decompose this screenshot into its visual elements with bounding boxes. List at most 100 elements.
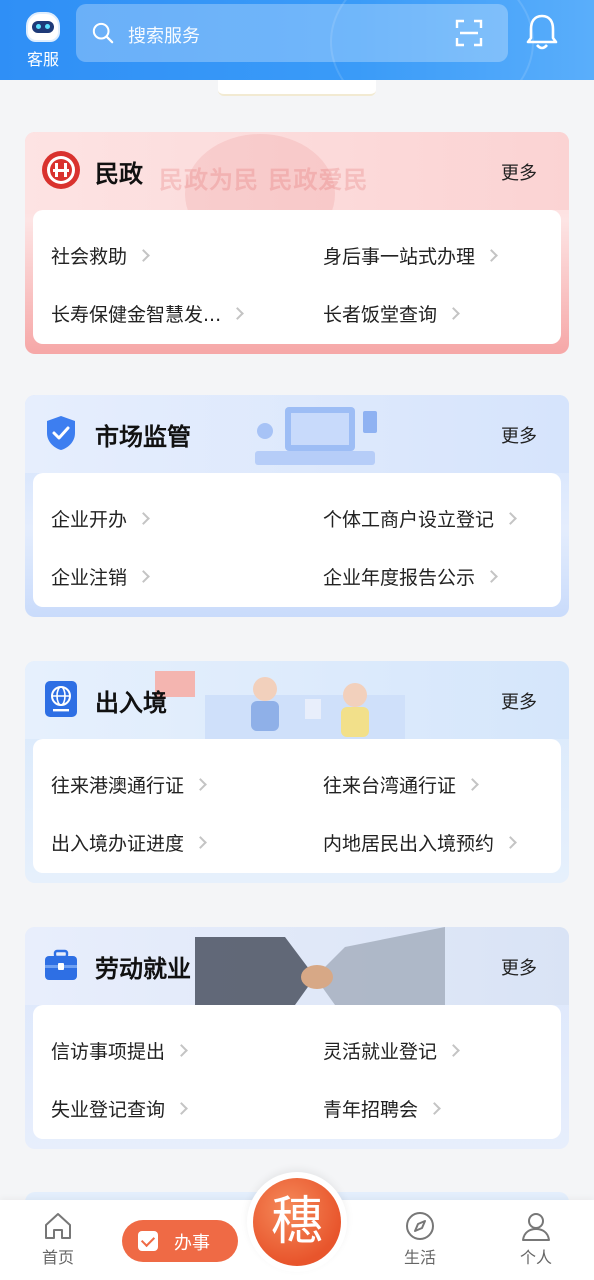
market-supervision-card: 市场监管 更多 企业开办 个体工商户设立登记 企业注销 企业年度报告公示 bbox=[25, 395, 569, 617]
logo-glyph: 穗 bbox=[270, 1192, 323, 1252]
card-body: 社会救助 身后事一站式办理 长寿保健金智慧发... 长者饭堂查询 bbox=[33, 210, 561, 344]
counter-illustration bbox=[155, 671, 405, 739]
chevron-right-icon bbox=[466, 778, 479, 791]
nav-label: 生活 bbox=[403, 1248, 436, 1267]
chevron-right-icon bbox=[194, 836, 207, 849]
chevron-right-icon bbox=[504, 512, 517, 525]
service-label: 失业登记查询 bbox=[51, 1099, 166, 1121]
service-item[interactable]: 灵活就业登记 bbox=[323, 1037, 460, 1064]
service-item[interactable]: 失业登记查询 bbox=[51, 1095, 188, 1122]
chevron-right-icon bbox=[485, 249, 498, 262]
top-header: 客服 搜索服务 bbox=[0, 0, 594, 80]
nav-banshi-button[interactable]: 办事 bbox=[122, 1220, 238, 1262]
customer-service-button[interactable]: 客服 bbox=[20, 8, 66, 69]
card-title: 劳动就业 bbox=[95, 955, 191, 983]
service-label: 企业开办 bbox=[51, 509, 128, 531]
service-item[interactable]: 青年招聘会 bbox=[323, 1095, 441, 1122]
chevron-right-icon bbox=[175, 1044, 188, 1057]
service-item[interactable]: 内地居民出入境预约 bbox=[323, 829, 517, 856]
compass-icon bbox=[406, 1212, 434, 1240]
service-item[interactable]: 信访事项提出 bbox=[51, 1037, 188, 1064]
service-label: 长者饭堂查询 bbox=[323, 304, 438, 326]
briefcase-icon bbox=[45, 949, 77, 980]
service-item[interactable]: 长者饭堂查询 bbox=[323, 300, 460, 327]
nav-label: 办事 bbox=[174, 1233, 210, 1254]
service-item[interactable]: 社会救助 bbox=[51, 242, 150, 269]
more-link[interactable]: 更多 bbox=[501, 159, 537, 185]
globe-passport-icon bbox=[45, 681, 77, 717]
card-body: 信访事项提出 灵活就业登记 失业登记查询 青年招聘会 bbox=[33, 1005, 561, 1139]
service-item[interactable]: 企业注销 bbox=[51, 563, 150, 590]
service-label: 个体工商户设立登记 bbox=[323, 509, 495, 531]
scan-icon[interactable] bbox=[454, 18, 484, 48]
minzheng-card: 民政为民 民政爱民 民政 更多 社会救助 身后事一站式办理 长寿保健金智慧发..… bbox=[25, 132, 569, 354]
nav-life[interactable]: 生活 bbox=[390, 1210, 450, 1268]
search-bar[interactable]: 搜索服务 bbox=[76, 4, 508, 62]
employment-card: 劳动就业 更多 信访事项提出 灵活就业登记 失业登记查询 青年招聘会 bbox=[25, 927, 569, 1149]
card-header: 劳动就业 更多 bbox=[25, 927, 569, 1005]
chevron-right-icon bbox=[231, 307, 244, 320]
service-label: 青年招聘会 bbox=[323, 1099, 419, 1121]
home-icon bbox=[45, 1213, 71, 1239]
nav-label: 首页 bbox=[41, 1248, 74, 1267]
notification-bell-icon[interactable] bbox=[524, 12, 560, 52]
service-label: 社会救助 bbox=[51, 246, 128, 268]
service-label: 内地居民出入境预约 bbox=[323, 833, 495, 855]
card-header: 出入境 更多 bbox=[25, 661, 569, 739]
service-label: 企业年度报告公示 bbox=[323, 567, 476, 589]
nav-personal[interactable]: 个人 bbox=[506, 1210, 566, 1268]
minzheng-logo-icon bbox=[42, 151, 80, 189]
chevron-right-icon bbox=[485, 570, 498, 583]
entry-exit-card: 出入境 更多 往来港澳通行证 往来台湾通行证 出入境办证进度 内地居民出入境预约 bbox=[25, 661, 569, 883]
checkbox-icon bbox=[138, 1231, 158, 1251]
service-item[interactable]: 企业年度报告公示 bbox=[323, 563, 498, 590]
service-label: 长寿保健金智慧发... bbox=[51, 304, 222, 326]
service-label: 信访事项提出 bbox=[51, 1041, 166, 1063]
chevron-right-icon bbox=[447, 1044, 460, 1057]
service-label: 往来台湾通行证 bbox=[323, 775, 457, 797]
search-placeholder: 搜索服务 bbox=[128, 26, 200, 47]
card-title: 出入境 bbox=[95, 689, 167, 717]
chevron-right-icon bbox=[504, 836, 517, 849]
sui-logo-icon: 穗 bbox=[253, 1178, 341, 1266]
chevron-right-icon bbox=[194, 778, 207, 791]
nav-label: 个人 bbox=[519, 1248, 552, 1267]
chevron-right-icon bbox=[137, 570, 150, 583]
card-body: 往来港澳通行证 往来台湾通行证 出入境办证进度 内地居民出入境预约 bbox=[33, 739, 561, 873]
service-item[interactable]: 出入境办证进度 bbox=[51, 829, 207, 856]
service-item[interactable]: 长寿保健金智慧发... bbox=[51, 300, 244, 327]
chevron-right-icon bbox=[137, 512, 150, 525]
watermark-text: 民政为民 民政爱民 bbox=[159, 166, 369, 194]
chevron-right-icon bbox=[175, 1102, 188, 1115]
chevron-right-icon bbox=[137, 249, 150, 262]
shield-check-icon bbox=[47, 416, 75, 450]
card-header: 市场监管 更多 bbox=[25, 395, 569, 473]
card-body: 企业开办 个体工商户设立登记 企业注销 企业年度报告公示 bbox=[33, 473, 561, 607]
service-label: 企业注销 bbox=[51, 567, 128, 589]
banner-edge bbox=[218, 80, 376, 96]
more-link[interactable]: 更多 bbox=[501, 954, 537, 980]
card-title: 民政 bbox=[95, 160, 143, 188]
service-item[interactable]: 企业开办 bbox=[51, 505, 150, 532]
service-label: 往来港澳通行证 bbox=[51, 775, 185, 797]
service-label: 出入境办证进度 bbox=[51, 833, 185, 855]
office-illustration bbox=[255, 407, 377, 465]
service-item[interactable]: 往来台湾通行证 bbox=[323, 771, 479, 798]
more-link[interactable]: 更多 bbox=[501, 688, 537, 714]
card-title: 市场监管 bbox=[95, 423, 191, 451]
robot-icon bbox=[26, 12, 60, 42]
service-item[interactable]: 身后事一站式办理 bbox=[323, 242, 498, 269]
card-header: 民政为民 民政爱民 民政 更多 bbox=[25, 132, 569, 254]
center-sui-logo-button[interactable]: 穗 bbox=[247, 1172, 347, 1272]
service-item[interactable]: 往来港澳通行证 bbox=[51, 771, 207, 798]
service-label: 灵活就业登记 bbox=[323, 1041, 438, 1063]
service-item[interactable]: 个体工商户设立登记 bbox=[323, 505, 517, 532]
handshake-illustration bbox=[195, 927, 445, 1005]
person-icon bbox=[522, 1213, 550, 1241]
nav-home[interactable]: 首页 bbox=[28, 1210, 88, 1268]
service-label: 身后事一站式办理 bbox=[323, 246, 476, 268]
chevron-right-icon bbox=[447, 307, 460, 320]
customer-service-label: 客服 bbox=[26, 50, 59, 69]
more-link[interactable]: 更多 bbox=[501, 422, 537, 448]
search-icon bbox=[92, 22, 114, 44]
